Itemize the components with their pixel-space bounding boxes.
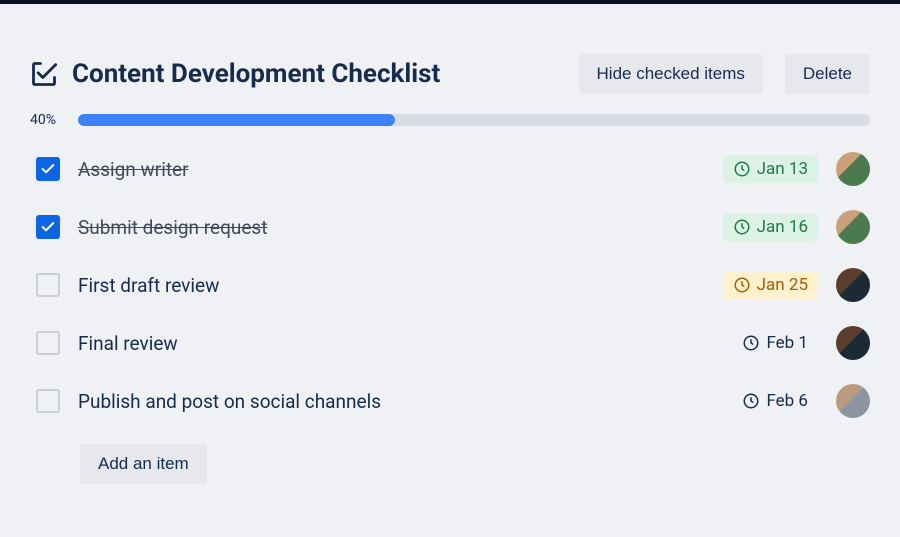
checklist-card: Content Development Checklist Hide check… <box>0 0 900 537</box>
hide-checked-button[interactable]: Hide checked items <box>579 54 763 94</box>
add-item-button[interactable]: Add an item <box>80 444 207 484</box>
checklist-item: Final review Feb 1 <box>30 326 870 360</box>
due-date-text: Jan 16 <box>757 217 808 237</box>
checkmark-icon <box>40 161 56 177</box>
due-date-badge[interactable]: Jan 25 <box>723 271 818 299</box>
add-item-row: Add an item <box>80 444 870 484</box>
assignee-avatar[interactable] <box>836 210 870 244</box>
assignee-avatar[interactable] <box>836 268 870 302</box>
assignee-avatar[interactable] <box>836 384 870 418</box>
due-date-badge[interactable]: Jan 16 <box>723 213 818 241</box>
due-date-badge[interactable]: Feb 6 <box>732 387 818 415</box>
checkbox[interactable] <box>36 273 60 297</box>
checklist-item: Submit design request Jan 16 <box>30 210 870 244</box>
due-date-badge[interactable]: Feb 1 <box>732 329 818 357</box>
checklist-item: Publish and post on social channels Feb … <box>30 384 870 418</box>
assignee-avatar[interactable] <box>836 326 870 360</box>
due-date-text: Jan 13 <box>757 159 808 179</box>
delete-button[interactable]: Delete <box>785 54 870 94</box>
due-date-badge[interactable]: Jan 13 <box>723 155 818 183</box>
checkbox[interactable] <box>36 389 60 413</box>
progress-track <box>78 114 870 126</box>
due-date-text: Feb 6 <box>766 391 808 411</box>
checkbox[interactable] <box>36 331 60 355</box>
checklist-item: First draft review Jan 25 <box>30 268 870 302</box>
item-label[interactable]: First draft review <box>78 274 705 297</box>
due-date-text: Jan 25 <box>757 275 808 295</box>
clock-icon <box>742 334 760 352</box>
progress-fill <box>78 114 395 126</box>
checkbox[interactable] <box>36 215 60 239</box>
checklist-items: Assign writer Jan 13 Submit design reque… <box>30 152 870 418</box>
due-date-text: Feb 1 <box>766 333 808 353</box>
checklist-icon <box>30 60 58 88</box>
progress-row: 40% <box>30 112 870 128</box>
checkmark-icon <box>40 219 56 235</box>
checklist-header: Content Development Checklist Hide check… <box>30 54 870 94</box>
clock-icon <box>733 160 751 178</box>
assignee-avatar[interactable] <box>836 152 870 186</box>
checklist-item: Assign writer Jan 13 <box>30 152 870 186</box>
checkbox[interactable] <box>36 157 60 181</box>
checklist-title: Content Development Checklist <box>72 59 565 89</box>
progress-percent: 40% <box>30 112 68 128</box>
item-label[interactable]: Final review <box>78 332 714 355</box>
item-label[interactable]: Submit design request <box>78 216 705 239</box>
clock-icon <box>733 218 751 236</box>
clock-icon <box>742 392 760 410</box>
item-label[interactable]: Assign writer <box>78 158 705 181</box>
clock-icon <box>733 276 751 294</box>
item-label[interactable]: Publish and post on social channels <box>78 390 714 413</box>
